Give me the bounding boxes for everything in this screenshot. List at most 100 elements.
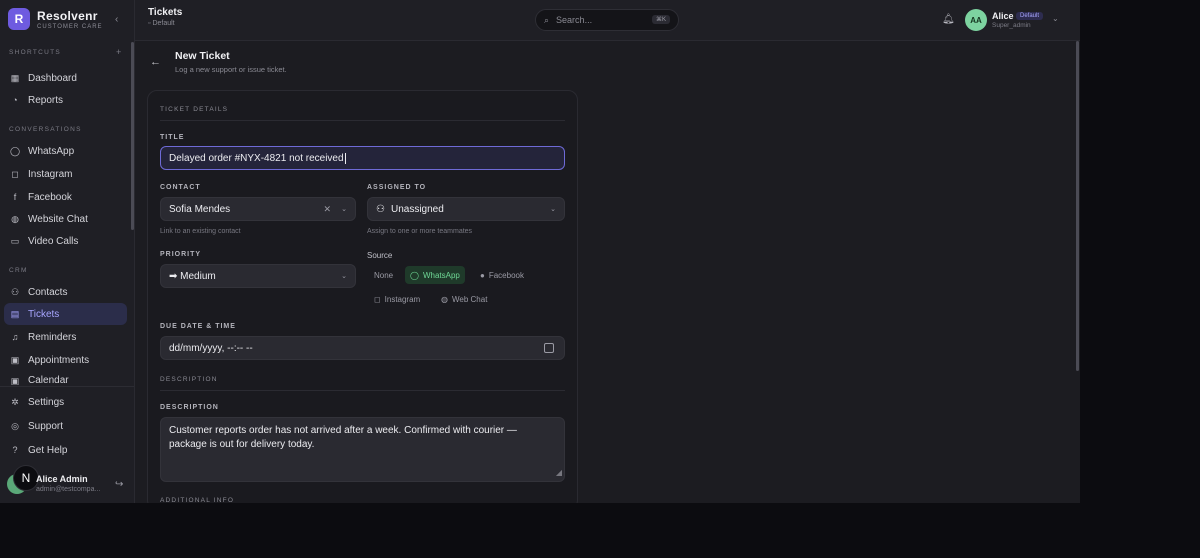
chart-icon: ◔ [12,95,18,105]
sidebar-item-calendar[interactable]: ▣ Calendar [4,371,127,385]
grid-icon: ▦ [10,72,20,83]
ticket-form-card: TICKET DETAILS TITLE Delayed order #NYX-… [147,90,578,510]
sidebar-item-video-calls[interactable]: ▭ Video Calls [4,230,127,252]
logout-icon[interactable]: ↪ [115,479,123,490]
source-option-label: Web Chat [451,294,488,304]
notifications-bell-icon[interactable]: 🔔︎ [942,14,955,25]
section-label-shortcuts: SHORTCUTS [9,49,62,56]
sidebar-item-label: Instagram [28,168,73,180]
source-option-none[interactable]: None [369,266,398,284]
user-name: Alice Admin [36,474,88,484]
assigned-select[interactable]: ⚇ Unassigned ⌄ [367,197,565,221]
sidebar-scrollbar[interactable] [131,42,134,230]
add-shortcut-icon[interactable]: + [116,47,121,57]
sidebar-item-contacts[interactable]: ⚇ Contacts [4,281,127,303]
page-section-title: Tickets [148,7,183,18]
due-date-input[interactable]: dd/mm/yyyy, --:-- -- [160,336,565,360]
clear-icon[interactable]: ✕ [323,204,331,215]
facebook-icon: ● [480,270,485,280]
sidebar-item-whatsapp[interactable]: ◯ WhatsApp [4,140,127,162]
title-label: TITLE [160,134,185,141]
source-option-facebook[interactable]: ● Facebook [475,266,529,284]
assigned-hint: Assign to one or more teammates [367,228,473,235]
source-option-web-chat[interactable]: ◍ Web Chat [436,290,492,308]
user-profile[interactable]: N Alice Admin admin@testcompa... ↪ [7,465,132,500]
back-arrow-icon[interactable]: ← [150,56,161,68]
gear-icon: ✲ [11,396,19,407]
contact-hint: Link to an existing contact [160,228,241,235]
sidebar-item-label: Video Calls [28,235,79,247]
empty-background [1080,0,1200,503]
sidebar-item-reports[interactable]: ◔ Reports [4,89,127,111]
chevron-down-icon[interactable]: ⌄ [1052,14,1059,23]
sidebar-item-appointments[interactable]: ▣ Appointments [4,349,127,371]
chevron-down-icon: ⌄ [341,206,347,213]
priority-label: PRIORITY [160,251,202,258]
due-date-placeholder: dd/mm/yyyy, --:-- -- [169,342,253,354]
sidebar-item-support[interactable]: ◎ Support [4,415,127,437]
main-scrollbar[interactable] [1076,41,1079,371]
sidebar-item-reminders[interactable]: ♫ Reminders [4,326,127,348]
sidebar-item-dashboard[interactable]: ▦ Dashboard [4,67,127,89]
search-icon: ⌕ [544,14,550,25]
sidebar-item-label: Facebook [28,191,72,203]
help-icon: ? [12,445,18,455]
sidebar-item-tickets[interactable]: ▤ Tickets [4,303,127,325]
bell-icon: ♫ [11,332,19,342]
sidebar-item-label: Calendar [28,375,69,385]
status-badge: Default [1016,12,1044,20]
user-email: admin@testcompa... [36,486,101,493]
contact-select[interactable]: Sofia Mendes ✕ ⌄ [160,197,356,221]
empty-background [0,503,1200,558]
calendar-icon: ▣ [10,375,20,386]
sidebar-item-settings[interactable]: ✲ Settings [4,391,127,413]
description-textarea[interactable]: Customer reports order has not arrived a… [160,417,565,482]
sidebar-item-label: Reports [28,94,64,106]
content-area: ← New Ticket Log a new support or issue … [135,41,1080,510]
sidebar-item-website-chat[interactable]: ◍ Website Chat [4,208,127,230]
sidebar-item-label: Appointments [28,354,90,366]
sidebar-item-facebook[interactable]: f Facebook [4,186,127,208]
assigned-value: Unassigned [390,203,444,215]
brand-name: Resolvenr [37,8,98,23]
text-caret [344,152,346,164]
ticket-icon: ▤ [10,308,20,319]
whatsapp-icon: ◯ [410,270,419,280]
sidebar: R Resolvenr CUSTOMER CARE ‹ SHORTCUTS + … [0,0,135,503]
title-input[interactable]: Delayed order #NYX-4821 not received [160,146,565,170]
avatar[interactable]: AA [965,9,987,31]
main-area: Tickets ▫ Default ⌕ Search... ⌘K 🔔︎ AA A… [135,0,1080,510]
sidebar-item-label: Tickets [28,308,60,320]
workspace-label: ▫ Default [148,20,175,27]
collapse-sidebar-icon[interactable]: ‹ [115,14,118,25]
priority-value: ➡ Medium [169,270,216,282]
brand-tagline: CUSTOMER CARE [37,23,103,30]
description-label: DESCRIPTION [160,404,219,411]
search-input[interactable]: ⌕ Search... ⌘K [535,9,679,31]
source-option-label: Instagram [384,294,421,304]
title-value: Delayed order #NYX-4821 not received [169,152,344,164]
source-option-instagram[interactable]: ◻ Instagram [369,290,425,308]
user-role: Super_admin [992,22,1031,29]
calendar-icon[interactable] [544,343,554,353]
sidebar-item-label: WhatsApp [28,145,75,157]
sidebar-item-instagram[interactable]: ◻ Instagram [4,163,127,185]
brand[interactable]: R Resolvenr CUSTOMER CARE [8,8,111,30]
source-option-label: Facebook [488,270,524,280]
users-icon: ⚇ [10,286,20,297]
search-placeholder: Search... [556,15,593,25]
section-label-crm: CRM [9,267,28,274]
contact-value: Sofia Mendes [169,203,231,215]
section-heading: TICKET DETAILS [160,106,229,113]
resize-handle-icon[interactable]: ◢ [556,466,562,480]
sidebar-item-get-help[interactable]: ? Get Help [4,439,127,461]
lifebuoy-icon: ◎ [11,420,19,431]
source-option-whatsapp[interactable]: ◯ WhatsApp [405,266,465,284]
priority-select[interactable]: ➡ Medium ⌄ [160,264,356,288]
assigned-label: ASSIGNED TO [367,184,427,191]
divider [0,386,134,387]
source-label: Source [367,251,393,260]
whatsapp-icon: ◯ [9,145,21,156]
divider [160,120,565,121]
source-option-label: WhatsApp [422,270,460,280]
